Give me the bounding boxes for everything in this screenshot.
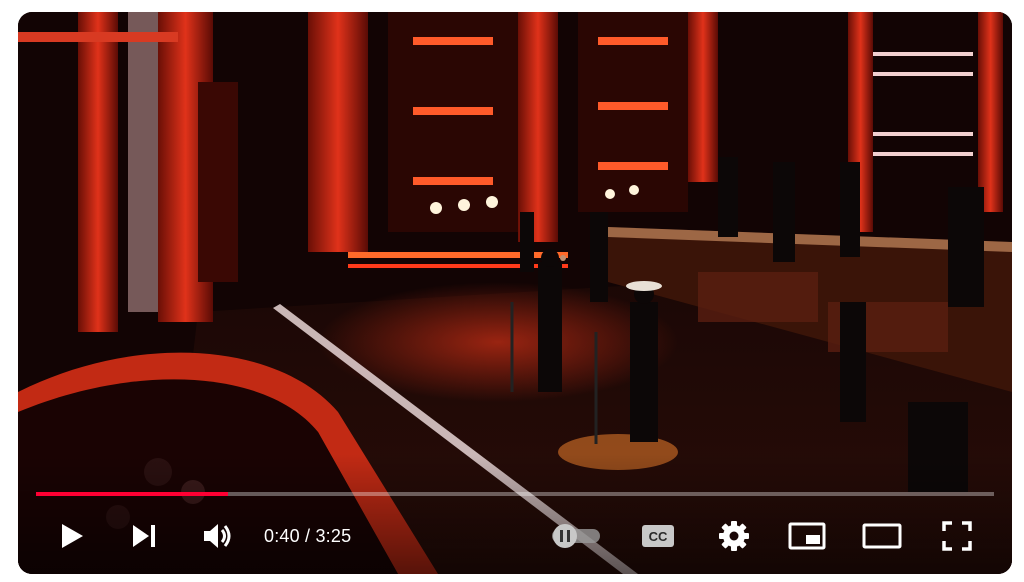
mute-button[interactable] <box>198 512 238 560</box>
progress-bar[interactable] <box>36 492 994 496</box>
miniplayer-button[interactable] <box>784 512 830 560</box>
progress-played <box>36 492 228 496</box>
svg-text:CC: CC <box>649 529 668 544</box>
fullscreen-button[interactable] <box>936 512 978 560</box>
time-duration: 3:25 <box>315 526 352 546</box>
miniplayer-icon <box>788 522 826 550</box>
gear-icon <box>719 521 749 551</box>
time-display: 0:40 / 3:25 <box>264 524 351 548</box>
next-button[interactable] <box>126 512 162 560</box>
captions-button[interactable]: CC <box>634 512 682 560</box>
volume-icon <box>204 524 231 548</box>
play-button[interactable] <box>54 512 90 560</box>
theater-mode-button[interactable] <box>858 512 906 560</box>
skip-next-icon <box>133 525 155 547</box>
video-player[interactable]: 0:40 / 3:25 CC <box>18 12 1012 574</box>
fullscreen-icon <box>942 521 972 551</box>
autoplay-toggle-icon <box>552 524 600 548</box>
theater-mode-icon <box>862 523 902 549</box>
time-separator: / <box>299 526 316 546</box>
settings-button[interactable] <box>712 512 756 560</box>
time-current: 0:40 <box>264 526 300 546</box>
autoplay-toggle[interactable] <box>546 512 606 560</box>
play-icon <box>62 524 83 548</box>
captions-icon: CC <box>642 525 674 547</box>
controls-bar: 0:40 / 3:25 CC <box>18 512 1012 560</box>
